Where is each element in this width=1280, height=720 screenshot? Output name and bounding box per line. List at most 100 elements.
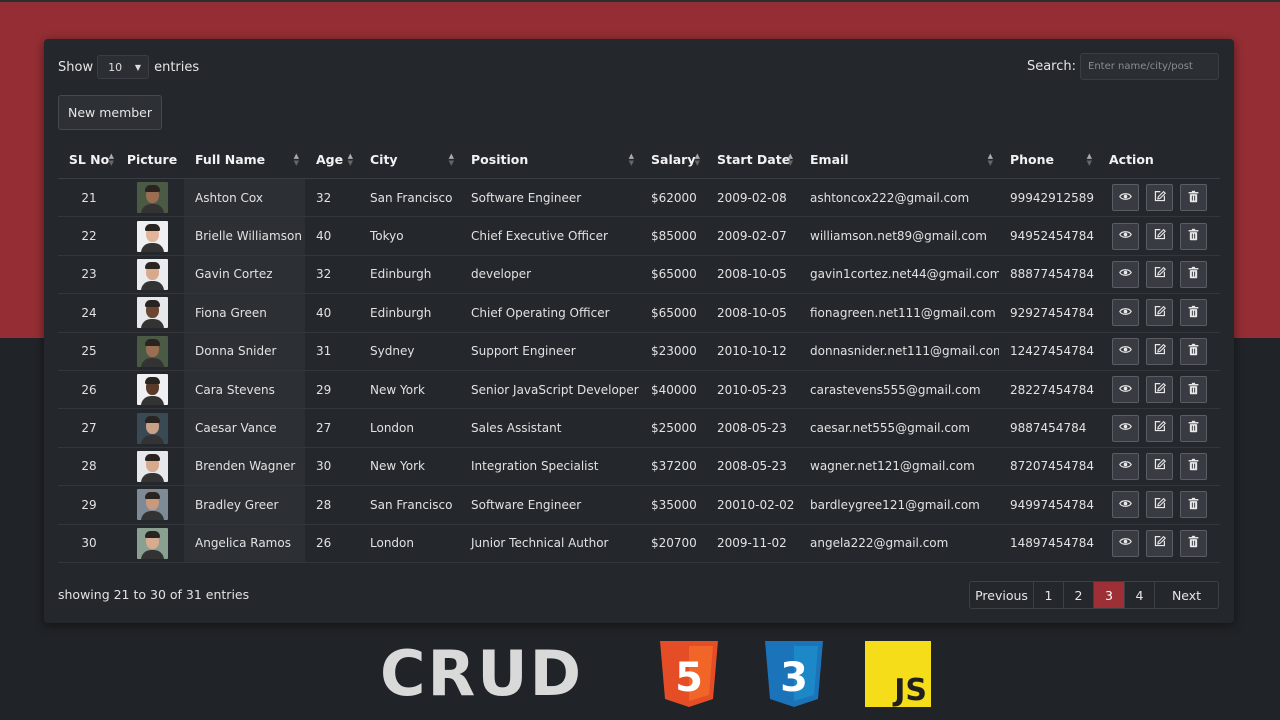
search-input[interactable]: Enter name/city/post — [1080, 53, 1219, 80]
delete-button[interactable] — [1179, 452, 1207, 480]
cell-age: 40 — [316, 305, 332, 320]
trash-icon — [1187, 266, 1200, 282]
pagination-page-2[interactable]: 2 — [1064, 582, 1094, 608]
cell-start-date: 2009-02-08 — [717, 190, 787, 205]
cell-position: Support Engineer — [471, 344, 576, 359]
cell-full-name: Caesar Vance — [184, 409, 305, 447]
cell-actions — [1098, 294, 1220, 331]
cell-start-date: 2008-05-23 — [717, 459, 787, 474]
entries-select-value: 10 — [108, 60, 123, 74]
edit-icon — [1153, 305, 1166, 321]
cell-picture — [120, 486, 184, 523]
header-position[interactable]: Position ▲ ▼ — [460, 141, 640, 179]
view-button[interactable] — [1111, 260, 1139, 288]
cell-phone: 88877454784 — [1010, 267, 1094, 282]
eye-icon — [1118, 305, 1132, 321]
delete-button[interactable] — [1179, 299, 1207, 327]
delete-button[interactable] — [1179, 491, 1207, 519]
edit-button[interactable] — [1145, 260, 1173, 288]
edit-button[interactable] — [1145, 184, 1173, 212]
pagination-page-3[interactable]: 3 — [1094, 582, 1125, 608]
cell-email: donnasnider.net111@gmail.com — [810, 344, 999, 359]
delete-button[interactable] — [1179, 529, 1207, 557]
cell-phone: 99942912589 — [1010, 190, 1094, 205]
table-row: 22 Brielle Williamson 40 Tokyo Chief Executi… — [58, 217, 1220, 256]
edit-icon — [1153, 382, 1166, 398]
edit-button[interactable] — [1145, 491, 1173, 519]
view-button[interactable] — [1111, 491, 1139, 519]
cell-age: 27 — [316, 421, 332, 436]
pagination-page-1[interactable]: 1 — [1034, 582, 1064, 608]
header-city[interactable]: City ▲ ▼ — [359, 141, 460, 179]
sort-icon: ▲ ▼ — [293, 151, 299, 167]
view-button[interactable] — [1111, 376, 1139, 404]
sort-icon: ▲ ▼ — [694, 151, 700, 167]
cell-city: London — [370, 536, 414, 551]
new-member-button[interactable]: New member — [58, 95, 162, 130]
cell-age: 40 — [316, 229, 332, 244]
header-start-date[interactable]: Start Date ▲ ▼ — [706, 141, 799, 179]
delete-button[interactable] — [1179, 376, 1207, 404]
delete-button[interactable] — [1179, 222, 1207, 250]
cell-start-date: 20010-02-02 — [717, 497, 795, 512]
delete-button[interactable] — [1179, 414, 1207, 442]
pagination-page-4[interactable]: 4 — [1125, 582, 1155, 608]
cell-phone: 94952454784 — [1010, 229, 1094, 244]
cell-salary: $40000 — [651, 382, 697, 397]
pagination-next[interactable]: Next — [1155, 582, 1218, 608]
table-row: 25 Donna Snider 31 Sydney Support Engineer $2… — [58, 332, 1220, 371]
header-phone[interactable]: Phone ▲ ▼ — [999, 141, 1098, 179]
edit-button[interactable] — [1145, 414, 1173, 442]
header-sl-no[interactable]: SL No ▲ ▼ — [58, 141, 120, 179]
entries-select[interactable]: 10 ▼ — [97, 55, 150, 79]
edit-button[interactable] — [1145, 452, 1173, 480]
cell-actions — [1098, 448, 1220, 485]
cell-phone: 9887454784 — [1010, 421, 1087, 436]
cell-salary: $37200 — [651, 459, 697, 474]
view-button[interactable] — [1111, 452, 1139, 480]
cell-city: New York — [370, 459, 425, 474]
sort-icon: ▲ ▼ — [987, 151, 993, 167]
cell-email: ashtoncox222@gmail.com — [810, 190, 970, 205]
cell-salary: $35000 — [651, 497, 697, 512]
delete-button[interactable] — [1179, 184, 1207, 212]
delete-button[interactable] — [1179, 260, 1207, 288]
search-control: Search: Enter name/city/post — [1027, 53, 1219, 80]
view-button[interactable] — [1111, 299, 1139, 327]
cell-age: 26 — [316, 536, 332, 551]
entries-length-control: Show 10 ▼ entries — [58, 54, 199, 80]
eye-icon — [1118, 382, 1132, 398]
edit-button[interactable] — [1145, 222, 1173, 250]
trash-icon — [1187, 535, 1200, 551]
header-email[interactable]: Email ▲ ▼ — [799, 141, 999, 179]
avatar — [136, 220, 168, 252]
view-button[interactable] — [1111, 337, 1139, 365]
edit-button[interactable] — [1145, 337, 1173, 365]
header-salary[interactable]: Salary ▲ ▼ — [640, 141, 706, 179]
view-button[interactable] — [1111, 414, 1139, 442]
cell-full-name: Gavin Cortez — [184, 255, 305, 294]
edit-button[interactable] — [1145, 376, 1173, 404]
view-button[interactable] — [1111, 184, 1139, 212]
edit-button[interactable] — [1145, 529, 1173, 557]
eye-icon — [1118, 535, 1132, 551]
header-age[interactable]: Age ▲ ▼ — [305, 141, 359, 179]
cell-actions — [1098, 371, 1220, 408]
pagination-previous[interactable]: Previous — [970, 582, 1034, 608]
edit-button[interactable] — [1145, 299, 1173, 327]
header-full-name[interactable]: Full Name ▲ ▼ — [184, 141, 305, 179]
header-age-label: Age — [316, 152, 344, 167]
view-button[interactable] — [1111, 529, 1139, 557]
members-table-panel: Show 10 ▼ entries Search: Enter name/cit… — [44, 39, 1234, 623]
cell-age: 32 — [316, 190, 332, 205]
table-row: 30 Angelica Ramos 26 London Junior Technical… — [58, 524, 1220, 563]
view-button[interactable] — [1111, 222, 1139, 250]
cell-actions — [1098, 525, 1220, 562]
sort-icon: ▲ ▼ — [108, 151, 114, 167]
cell-full-name: Bradley Greer — [184, 486, 305, 524]
cell-email: bardleygree121@gmail.com — [810, 497, 980, 512]
cell-position: Sales Assistant — [471, 421, 562, 436]
sort-icon: ▲ ▼ — [1086, 151, 1092, 167]
delete-button[interactable] — [1179, 337, 1207, 365]
edit-icon — [1153, 497, 1166, 513]
